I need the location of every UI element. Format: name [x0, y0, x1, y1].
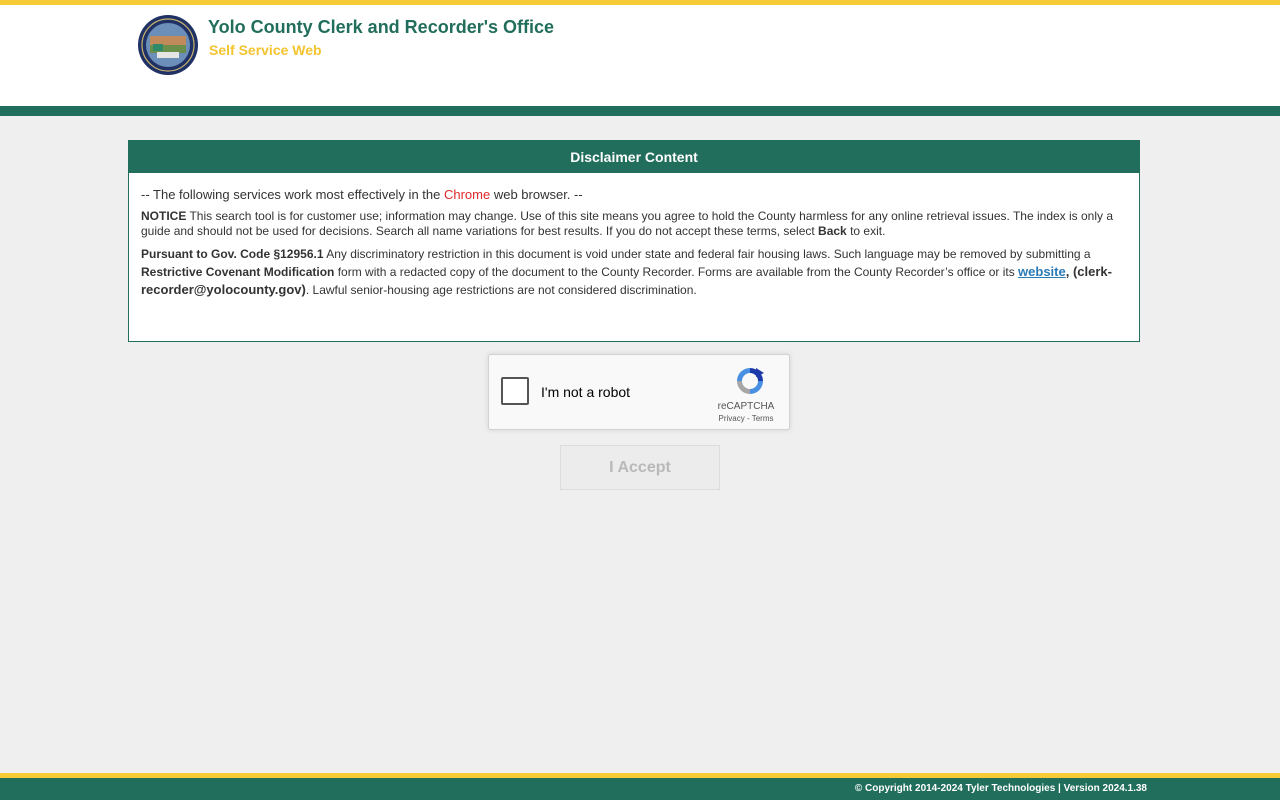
browser-prefix: -- The following services work most effe…	[141, 187, 444, 202]
browser-name: Chrome	[443, 187, 491, 202]
recaptcha-checkbox[interactable]	[501, 377, 529, 405]
notice-end: to exit.	[846, 224, 886, 238]
browser-recommendation: -- The following services work most effe…	[141, 187, 1127, 202]
pursuant-end: . Lawful senior-housing age restrictions…	[305, 283, 697, 297]
recaptcha-links: Privacy - Terms	[711, 414, 781, 423]
footer-bar: © Copyright 2014-2024 Tyler Technologies…	[0, 778, 1280, 800]
disclaimer-panel: Disclaimer Content -- The following serv…	[128, 140, 1140, 342]
notice-back: Back	[818, 224, 847, 238]
recaptcha-label: I'm not a robot	[541, 384, 631, 400]
recaptcha-separator: -	[744, 414, 752, 423]
pursuant-text: Any discriminatory restriction in this d…	[323, 247, 1091, 261]
pursuant-paragraph: Pursuant to Gov. Code §12956.1 Any discr…	[141, 246, 1127, 299]
recaptcha-privacy-link[interactable]: Privacy	[719, 414, 745, 423]
copyright-text: © Copyright 2014-2024 Tyler Technologies…	[854, 783, 1147, 794]
page-title: Yolo County Clerk and Recorder's Office	[208, 17, 555, 37]
disclaimer-heading: Disclaimer Content	[129, 141, 1139, 173]
page-subtitle: Self Service Web	[209, 42, 322, 58]
website-link[interactable]: website	[1018, 264, 1066, 279]
header-divider-bar	[0, 106, 1280, 116]
notice-label: NOTICE	[141, 209, 187, 223]
recaptcha-terms-link[interactable]: Terms	[752, 414, 774, 423]
browser-suffix: web browser. --	[490, 187, 583, 202]
notice-paragraph: NOTICE This search tool is for customer …	[141, 209, 1127, 239]
disclaimer-body: -- The following services work most effe…	[129, 173, 1139, 299]
notice-text: This search tool is for customer use; in…	[141, 209, 1114, 238]
county-seal-icon	[138, 15, 198, 75]
pursuant-label: Pursuant to Gov. Code §12956.1	[141, 247, 324, 261]
pursuant-form: Restrictive Covenant Modification	[141, 265, 335, 279]
accept-button[interactable]: I Accept	[560, 445, 720, 490]
recaptcha-brand: reCAPTCHA	[717, 401, 775, 412]
pursuant-text2: form with a redacted copy of the documen…	[334, 265, 1019, 279]
recaptcha-widget: I'm not a robot reCAPTCHA Privacy - Term…	[488, 354, 790, 430]
recaptcha-logo-icon	[737, 368, 764, 394]
